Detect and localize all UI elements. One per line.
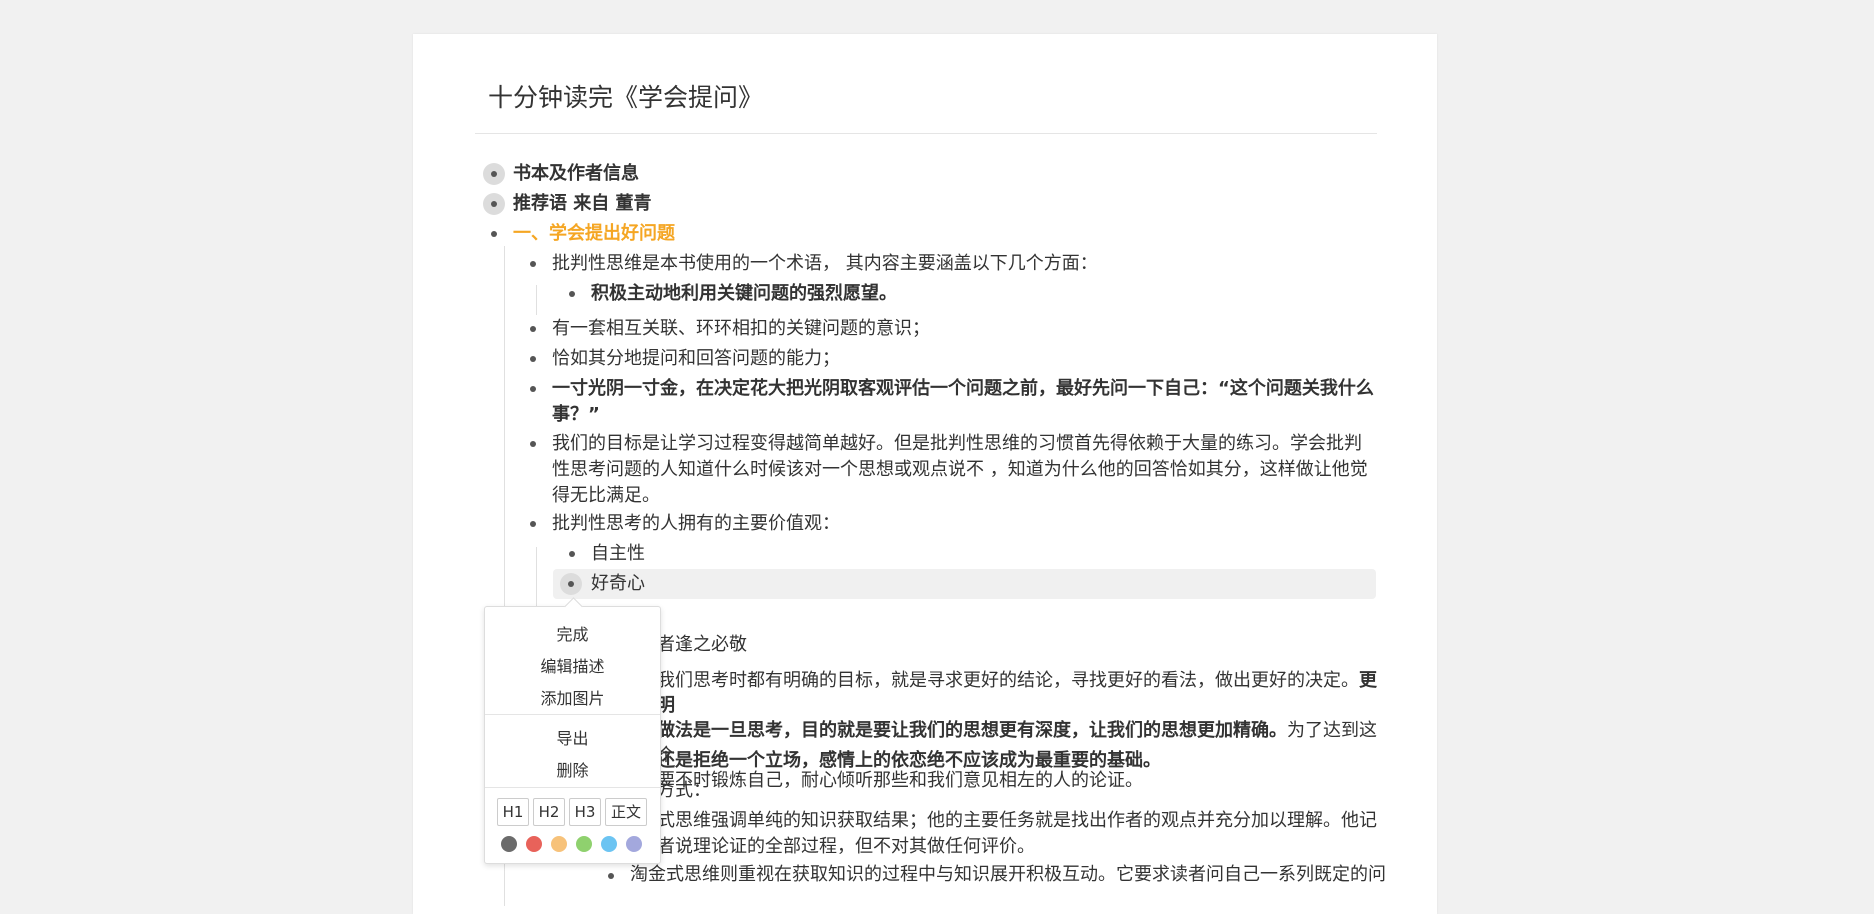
outline-node-text: 者说理论证的全部过程，但不对其做任何评价。 bbox=[657, 836, 1035, 857]
color-swatch-green[interactable] bbox=[576, 836, 592, 852]
collapsed-bullet-icon[interactable] bbox=[483, 193, 505, 215]
menu-item-add-image[interactable]: 添加图片 bbox=[485, 685, 660, 709]
outline-node[interactable]: 书本及作者信息 bbox=[513, 161, 639, 187]
document-title[interactable]: 十分钟读完《学会提问》 bbox=[488, 78, 763, 114]
color-swatch-orange[interactable] bbox=[551, 836, 567, 852]
outline-node[interactable]: 方式： bbox=[657, 778, 711, 804]
color-swatch-gray[interactable] bbox=[501, 836, 517, 852]
menu-divider bbox=[485, 714, 660, 715]
outline-node[interactable]: 一、学会提出好问题 bbox=[513, 221, 675, 247]
bullet-icon[interactable] bbox=[530, 386, 536, 392]
bullet-icon[interactable] bbox=[530, 326, 536, 332]
outline-node[interactable]: 一寸光阴一寸金，在决定花大把光阴取客观评估一个问题之前，最好先问一下自己：“这个… bbox=[552, 376, 1377, 428]
selected-row-highlight bbox=[553, 569, 1376, 599]
outline-node[interactable]: 批判性思维是本书使用的一个术语， 其内容主要涵盖以下几个方面： bbox=[552, 251, 1098, 277]
outline-node-text-bold: 做法是一旦思考，目的就是要让我们的思想更有深度，让我们的思想更加精确。 bbox=[657, 720, 1287, 741]
bullet-icon[interactable] bbox=[530, 521, 536, 527]
color-swatch-purple[interactable] bbox=[626, 836, 642, 852]
outline-node[interactable]: 淘金式思维则重视在获取知识的过程中与知识展开积极互动。它要求读者问自己一系列既定… bbox=[630, 862, 1386, 888]
bullet-icon[interactable] bbox=[530, 441, 536, 447]
bullet-icon[interactable] bbox=[530, 261, 536, 267]
menu-divider bbox=[485, 787, 660, 788]
color-swatch-blue[interactable] bbox=[601, 836, 617, 852]
outline-node[interactable]: 有一套相互关联、环环相扣的关键问题的意识； bbox=[552, 316, 930, 342]
bullet-icon[interactable] bbox=[569, 291, 575, 297]
menu-item-complete[interactable]: 完成 bbox=[485, 621, 660, 645]
outline-node[interactable]: 式思维强调单纯的知识获取结果；他的主要任务就是找出作者的观点并充分加以理解。他记… bbox=[657, 808, 1377, 860]
outline-node[interactable]: 我们思考时都有明确的目标，就是寻求更好的结论，寻找更好的看法，做出更好的决定。更… bbox=[657, 668, 1377, 793]
menu-item-delete[interactable]: 删除 bbox=[485, 757, 660, 781]
bullet-icon[interactable] bbox=[491, 231, 497, 237]
outline-node[interactable]: 我们的目标是让学习过程变得越简单越好。但是批判性思维的习惯首先得依赖于大量的练习… bbox=[552, 431, 1377, 509]
color-swatch-red[interactable] bbox=[526, 836, 542, 852]
outline-node[interactable]: 者逢之必敬 bbox=[657, 632, 747, 658]
collapsed-bullet-icon[interactable] bbox=[560, 573, 582, 595]
menu-item-export[interactable]: 导出 bbox=[485, 725, 660, 749]
heading-h3-button[interactable]: H3 bbox=[569, 798, 601, 826]
outline-node[interactable]: 批判性思考的人拥有的主要价值观： bbox=[552, 511, 840, 537]
heading-h2-button[interactable]: H2 bbox=[533, 798, 565, 826]
outline-node[interactable]: 恰如其分地提问和回答问题的能力； bbox=[552, 346, 840, 372]
outline-node-selected[interactable]: 好奇心 bbox=[591, 571, 645, 597]
heading-h1-button[interactable]: H1 bbox=[497, 798, 529, 826]
collapsed-bullet-icon[interactable] bbox=[483, 163, 505, 185]
body-text-button[interactable]: 正文 bbox=[605, 798, 647, 826]
node-context-menu: 完成 编辑描述 添加图片 导出 删除 H1 H2 H3 正文 bbox=[484, 606, 661, 864]
bullet-icon[interactable] bbox=[569, 551, 575, 557]
outline-node[interactable]: 积极主动地利用关键问题的强烈愿望。 bbox=[591, 281, 897, 307]
outline-node-text: 式思维强调单纯的知识获取结果；他的主要任务就是找出作者的观点并充分加以理解。他记 bbox=[657, 810, 1377, 831]
title-divider bbox=[475, 133, 1377, 134]
outline-guide-line bbox=[536, 547, 537, 607]
menu-item-edit-description[interactable]: 编辑描述 bbox=[485, 653, 660, 677]
outline-node[interactable]: 还是拒绝一个立场，感情上的依恋绝不应该成为最重要的基础。 bbox=[657, 748, 1161, 774]
outline-node[interactable]: 推荐语 来自 董青 bbox=[513, 191, 652, 217]
outline-node-text: 我们思考时都有明确的目标，就是寻求更好的结论，寻找更好的看法，做出更好的决定。 bbox=[657, 670, 1359, 691]
outline-guide-line bbox=[536, 285, 537, 315]
outline-node[interactable]: 自主性 bbox=[591, 541, 645, 567]
bullet-icon[interactable] bbox=[608, 873, 614, 879]
bullet-icon[interactable] bbox=[530, 356, 536, 362]
